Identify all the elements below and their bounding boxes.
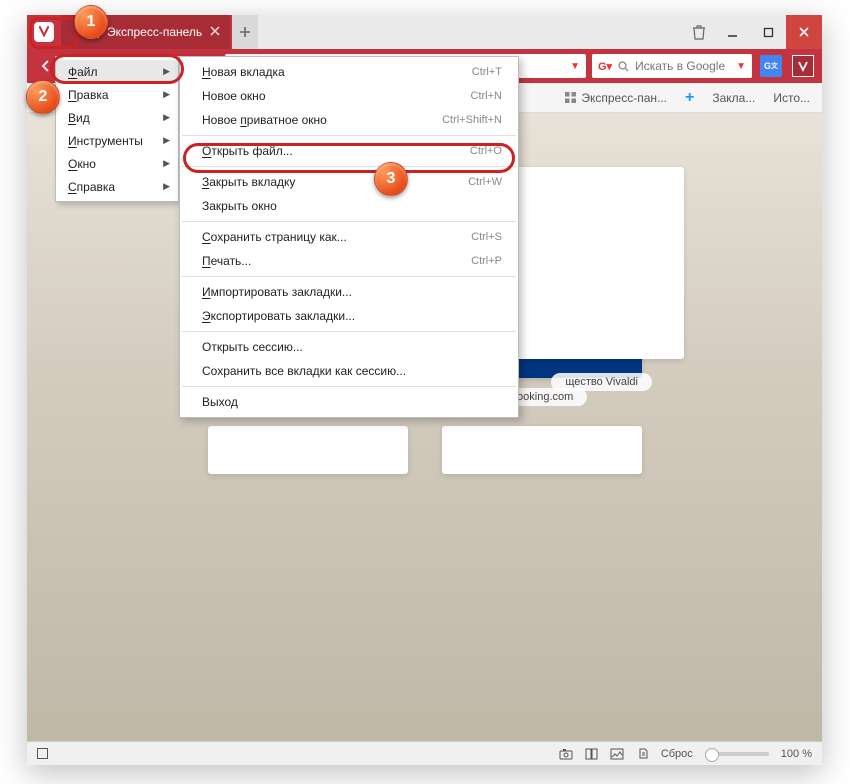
file-menu-item[interactable]: Открыть файл...Ctrl+O [180,139,518,163]
minimize-button[interactable] [714,15,750,49]
maximize-button[interactable] [750,15,786,49]
file-menu-item[interactable]: Закрыть окно [180,194,518,218]
menu-item-справка[interactable]: Справка▶ [56,175,178,198]
tile-stub-2[interactable] [442,426,642,474]
bm-history[interactable]: Исто... [773,91,810,105]
translate-extension[interactable]: G文 [758,53,784,79]
menu-item-файл[interactable]: Файл▶ [56,60,178,83]
window-controls [714,15,822,49]
file-menu-item[interactable]: Экспортировать закладки... [180,304,518,328]
bm-history-label: Исто... [773,91,810,105]
page-actions-icon[interactable] [636,747,649,760]
panel-toggle[interactable] [37,748,48,759]
main-menu: Файл▶Правка▶Вид▶Инструменты▶Окно▶Справка… [55,56,179,202]
capture-icon[interactable] [559,748,573,760]
titlebar-spacer [258,15,714,49]
step-badge-1: 1 [74,5,108,39]
titlebar: Экспресс-панель [27,15,822,49]
speed-dial-icon [565,92,576,103]
bm-bookmarks[interactable]: Закла... [712,91,755,105]
translate-badge: G [764,61,771,71]
new-tab-button[interactable] [232,15,258,49]
trash-icon[interactable] [692,24,706,40]
tile-stub-1[interactable] [208,426,408,474]
zoom-value: 100 % [781,748,812,760]
images-toggle-icon[interactable] [610,748,624,760]
file-menu-item[interactable]: Новая вкладкаCtrl+T [180,60,518,84]
file-menu-item[interactable]: Новое приватное окноCtrl+Shift+N [180,108,518,132]
file-menu-item[interactable]: Импортировать закладки... [180,280,518,304]
bm-bookmarks-label: Закла... [712,91,755,105]
search-placeholder: Искать в Google [635,59,730,73]
menu-item-инструменты[interactable]: Инструменты▶ [56,129,178,152]
file-menu-item[interactable]: Новое окноCtrl+N [180,84,518,108]
search-engine-icon[interactable]: G▾ [598,60,612,73]
bm-express-panel[interactable]: Экспресс-пан... [565,91,667,105]
menu-item-правка[interactable]: Правка▶ [56,83,178,106]
tab-title: Экспресс-панель [107,25,202,39]
file-menu-item[interactable]: Сохранить все вкладки как сессию... [180,359,518,383]
plus-icon: + [685,89,694,107]
menu-item-окно[interactable]: Окно▶ [56,152,178,175]
search-box[interactable]: G▾ Искать в Google ▼ [592,54,752,78]
extensions-button[interactable] [790,53,816,79]
addr-dropdown-icon[interactable]: ▼ [570,61,580,72]
bm-express-label: Экспресс-пан... [581,91,667,105]
file-menu-item[interactable]: Открыть сессию... [180,335,518,359]
vivaldi-logo[interactable] [27,15,61,49]
zoom-reset[interactable]: Сброс [661,748,693,760]
tile-vivaldi-label: щество Vivaldi [551,373,652,391]
close-window-button[interactable] [786,15,822,49]
status-bar: Сброс 100 % [27,741,822,765]
file-menu-item[interactable]: Сохранить страницу как...Ctrl+S [180,225,518,249]
step-badge-3: 3 [374,162,408,196]
file-menu-item[interactable]: Выход [180,390,518,414]
search-dropdown-icon[interactable]: ▼ [736,61,746,72]
magnifier-icon [618,61,629,72]
tab-close-icon[interactable] [208,24,222,38]
step-badge-2: 2 [26,80,60,114]
bm-add[interactable]: + [685,89,694,107]
file-menu-item[interactable]: Закрыть вкладкуCtrl+W [180,170,518,194]
menu-item-вид[interactable]: Вид▶ [56,106,178,129]
zoom-slider[interactable] [705,752,769,756]
tiling-icon[interactable] [585,748,598,760]
file-menu-item[interactable]: Печать...Ctrl+P [180,249,518,273]
file-menu: Новая вкладкаCtrl+TНовое окноCtrl+NНовое… [179,56,519,418]
